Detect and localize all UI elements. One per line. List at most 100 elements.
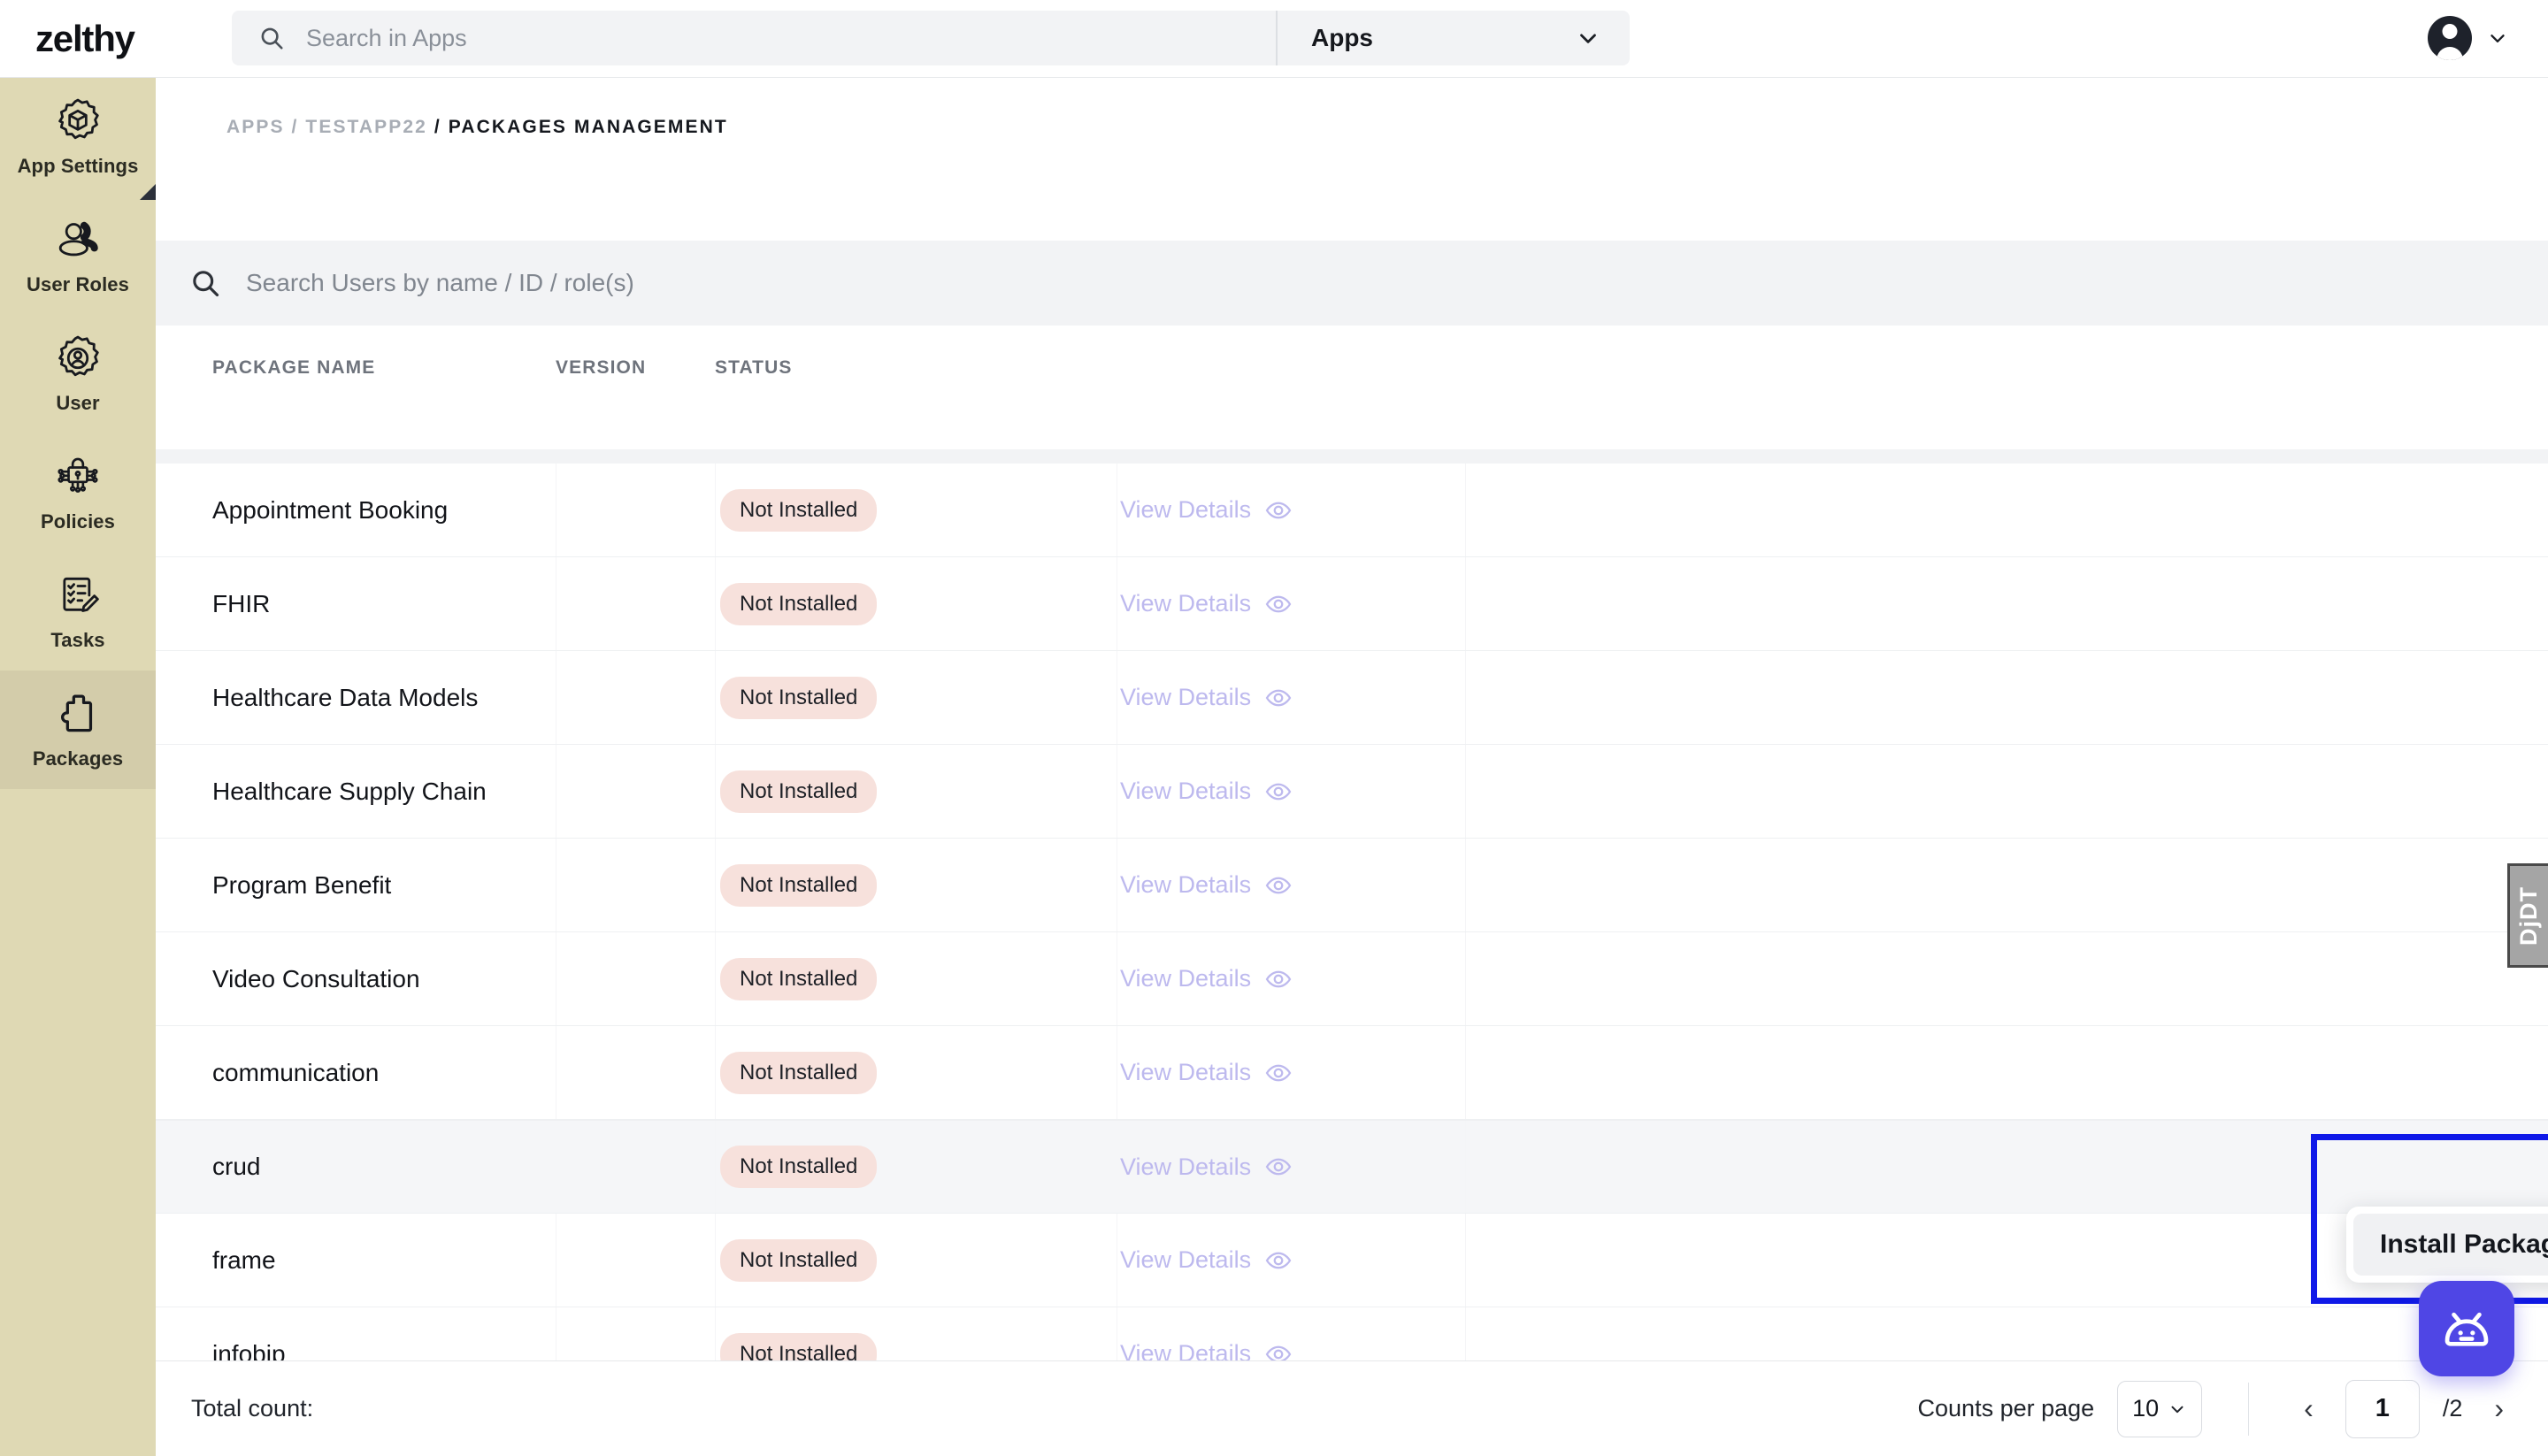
cell-package-name: crud	[212, 1153, 261, 1180]
page-current: 1	[2375, 1394, 2390, 1422]
column-guide	[1465, 557, 1466, 650]
column-header-package-name: PACKAGE NAME	[212, 357, 376, 378]
column-guide	[1465, 464, 1466, 556]
app-selector[interactable]: Apps	[1276, 11, 1630, 65]
sidebar-item-label: Policies	[41, 510, 115, 533]
main-content: APPS / TESTAPP22 / PACKAGES MANAGEMENT S…	[156, 78, 2548, 1456]
chat-assistant-button[interactable]	[2419, 1281, 2514, 1376]
table-header: PACKAGE NAME VERSION STATUS	[156, 326, 2548, 414]
sidebar-item-app-settings[interactable]: App Settings	[0, 78, 156, 200]
status-badge: Not Installed	[720, 676, 878, 719]
eye-icon	[1265, 1252, 1292, 1268]
view-details-link[interactable]: View Details	[1120, 1246, 1292, 1274]
pagination-divider	[2248, 1382, 2250, 1436]
view-details-link[interactable]: View Details	[1120, 684, 1292, 711]
view-details-label: View Details	[1120, 778, 1252, 804]
page-total: /2	[2442, 1395, 2463, 1422]
table-footer: Total count: Counts per page 10 ‹ 1 /2 ›	[156, 1360, 2548, 1456]
table-row[interactable]: Appointment Booking Not Installed View Det…	[156, 464, 2548, 557]
table-row[interactable]: Program Benefit Not Installed View Details	[156, 839, 2548, 932]
cell-package-name: communication	[212, 1058, 380, 1086]
view-details-link[interactable]: View Details	[1120, 590, 1292, 617]
view-details-link[interactable]: View Details	[1120, 496, 1292, 524]
users-search-bar[interactable]: Search Users by name / ID / role(s)	[156, 241, 2548, 326]
breadcrumb-current: PACKAGES MANAGEMENT	[448, 117, 728, 137]
view-details-link[interactable]: View Details	[1120, 1153, 1292, 1181]
view-details-label: View Details	[1120, 1153, 1252, 1180]
breadcrumb-app[interactable]: TESTAPP22	[305, 117, 427, 137]
eye-icon	[1265, 595, 1292, 612]
status-badge: Not Installed	[720, 957, 878, 1000]
cell-package-name: Video Consultation	[212, 964, 420, 992]
column-guide	[715, 557, 716, 650]
sidebar-item-label: Packages	[32, 747, 124, 770]
column-guide	[715, 932, 716, 1025]
brand-logo[interactable]: zelthy	[0, 18, 156, 60]
breadcrumb-separator: /	[434, 117, 441, 137]
sidebar-item-packages[interactable]: Packages	[0, 671, 156, 789]
menu-item-install-package[interactable]: Install Package	[2353, 1214, 2548, 1276]
status-badge: Not Installed	[720, 582, 878, 625]
total-count-label: Total count:	[191, 1395, 314, 1422]
sidebar-item-user[interactable]: User	[0, 315, 156, 433]
view-details-label: View Details	[1120, 496, 1252, 523]
column-header-status: STATUS	[715, 357, 793, 378]
django-debug-toolbar-tab[interactable]: DjDT	[2507, 863, 2548, 968]
view-details-link[interactable]: View Details	[1120, 778, 1292, 805]
chevron-right-icon[interactable]: ›	[2485, 1392, 2513, 1425]
column-guide	[715, 464, 716, 556]
checklist-pencil-icon	[63, 577, 99, 612]
view-details-label: View Details	[1120, 590, 1252, 617]
view-details-label: View Details	[1120, 1246, 1252, 1273]
cell-package-name: Program Benefit	[212, 870, 392, 899]
view-details-link[interactable]: View Details	[1120, 965, 1292, 992]
app-selector-label: Apps	[1311, 24, 1373, 51]
puzzle-piece-icon	[61, 694, 93, 732]
status-badge: Not Installed	[720, 1238, 878, 1282]
breadcrumb-root[interactable]: APPS	[226, 117, 285, 137]
page-number-input[interactable]: 1	[2345, 1379, 2420, 1438]
counts-per-page-select[interactable]: 10	[2117, 1380, 2203, 1437]
users-icon	[58, 221, 98, 257]
user-avatar-icon[interactable]	[2428, 16, 2472, 60]
sidebar: App Settings User Roles User Policies Ta…	[0, 78, 156, 1456]
table-row[interactable]: crud Not Installed View Details	[156, 1120, 2548, 1214]
cell-package-name: FHIR	[212, 589, 271, 617]
eye-icon	[1265, 1158, 1292, 1176]
column-guide	[1465, 839, 1466, 931]
robot-icon	[2444, 1312, 2489, 1346]
counts-per-page-value: 10	[2132, 1395, 2160, 1422]
eye-icon	[1265, 502, 1292, 518]
sidebar-item-label: App Settings	[17, 155, 139, 177]
chevron-down-icon	[1580, 34, 1596, 43]
eye-icon	[1265, 877, 1292, 893]
breadcrumb-separator: /	[291, 117, 299, 137]
view-details-label: View Details	[1120, 684, 1252, 710]
sidebar-item-label: User Roles	[27, 273, 129, 295]
account-menu[interactable]	[2428, 16, 2509, 60]
column-header-version: VERSION	[556, 357, 647, 378]
table-row[interactable]: communication Not Installed View Details	[156, 1026, 2548, 1120]
column-guide	[1465, 651, 1466, 744]
view-details-link[interactable]: View Details	[1120, 871, 1292, 899]
sidebar-item-user-roles[interactable]: User Roles	[0, 196, 156, 315]
eye-icon	[1265, 970, 1292, 987]
status-badge: Not Installed	[720, 770, 878, 813]
status-badge: Not Installed	[720, 863, 878, 907]
chevron-left-icon[interactable]: ‹	[2295, 1392, 2322, 1425]
column-guide	[1465, 1026, 1466, 1119]
table-body: Appointment Booking Not Installed View Det…	[156, 464, 2548, 1401]
table-row[interactable]: Healthcare Supply Chain Not Installed View…	[156, 745, 2548, 839]
table-row[interactable]: frame Not Installed View Details	[156, 1214, 2548, 1307]
sidebar-item-tasks[interactable]: Tasks	[0, 552, 156, 671]
table-row[interactable]: Healthcare Data Models Not Installed View …	[156, 651, 2548, 745]
users-search-placeholder: Search Users by name / ID / role(s)	[246, 269, 634, 296]
django-debug-toolbar-label: DjDT	[2515, 885, 2542, 946]
table-row[interactable]: FHIR Not Installed View Details	[156, 557, 2548, 651]
eye-icon	[1265, 1064, 1292, 1081]
sidebar-item-label: User	[56, 392, 100, 414]
sidebar-item-policies[interactable]: Policies	[0, 433, 156, 552]
view-details-link[interactable]: View Details	[1120, 1059, 1292, 1086]
table-row[interactable]: Video Consultation Not Installed View Deta…	[156, 932, 2548, 1026]
global-search[interactable]: Search in Apps	[232, 11, 1276, 65]
